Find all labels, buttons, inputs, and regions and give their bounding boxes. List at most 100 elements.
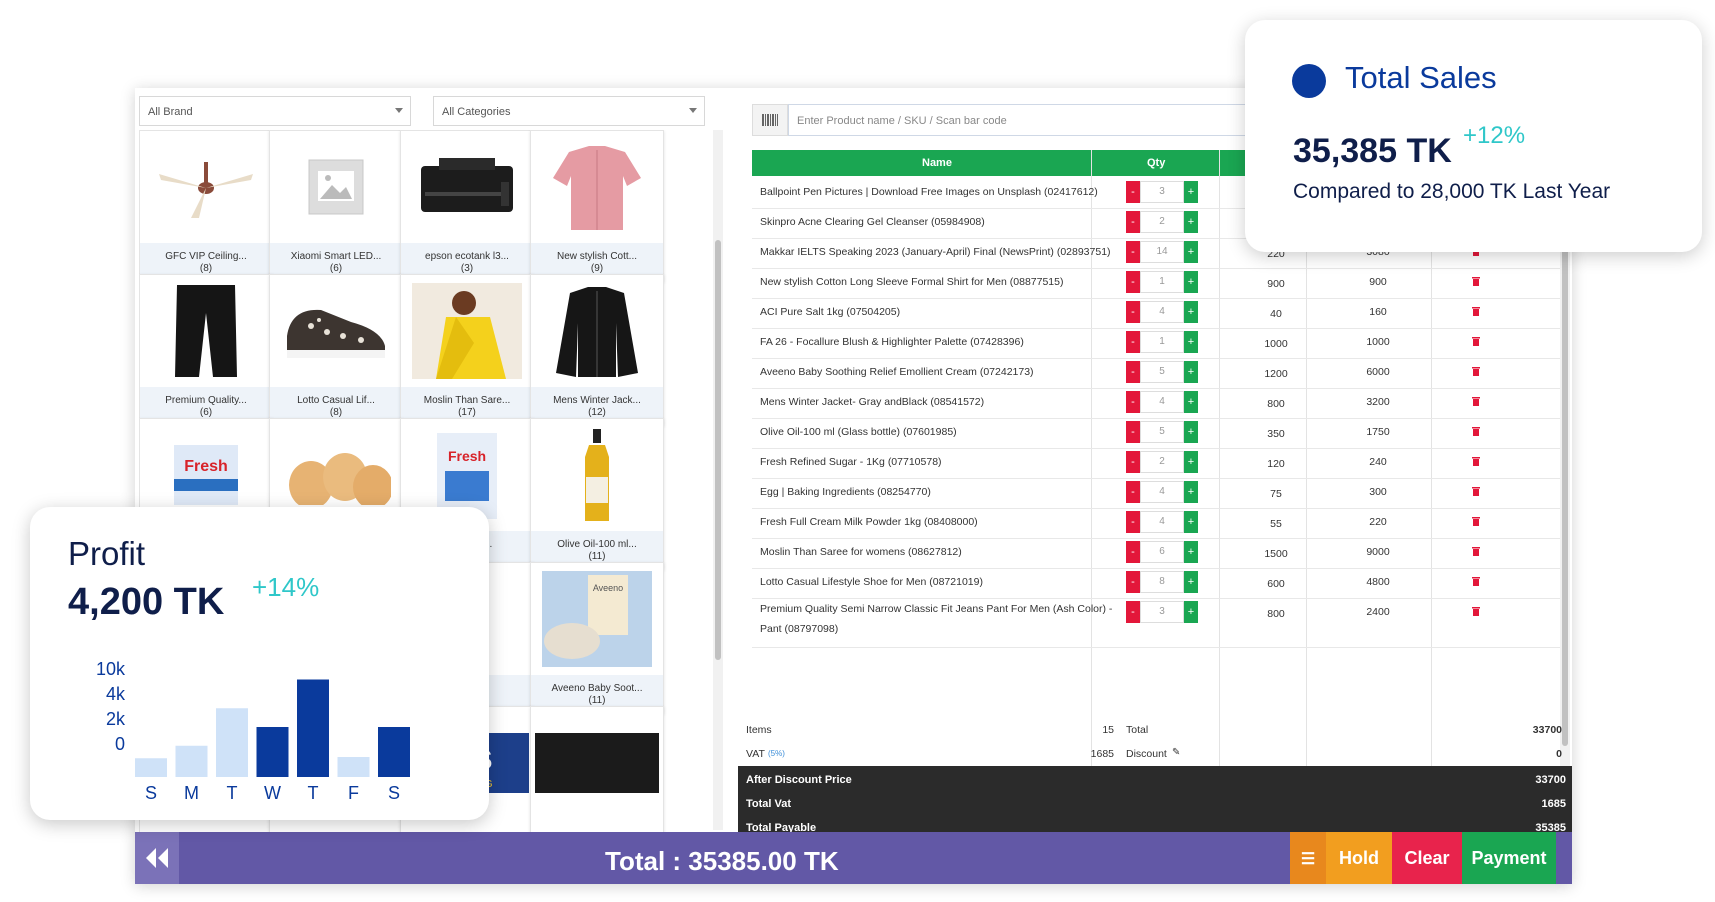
decrease-button[interactable]: - bbox=[1126, 241, 1140, 263]
decrease-button[interactable]: - bbox=[1126, 601, 1140, 623]
quantity-stepper[interactable]: -8 + bbox=[1126, 571, 1198, 593]
trash-icon[interactable] bbox=[1472, 516, 1484, 529]
decrease-button[interactable]: - bbox=[1126, 511, 1140, 533]
hold-button[interactable]: Hold bbox=[1326, 832, 1392, 884]
trash-icon[interactable] bbox=[1472, 336, 1484, 349]
quantity-input[interactable]: 4 bbox=[1140, 511, 1184, 533]
trash-icon[interactable] bbox=[1472, 276, 1484, 289]
increase-button[interactable]: + bbox=[1184, 391, 1198, 413]
scrollbar-thumb[interactable] bbox=[1562, 186, 1568, 746]
increase-button[interactable]: + bbox=[1184, 241, 1198, 263]
cart-item-price: 900 bbox=[1267, 278, 1285, 290]
quantity-stepper[interactable]: -1 + bbox=[1126, 271, 1198, 293]
clear-button[interactable]: Clear bbox=[1392, 832, 1462, 884]
list-button[interactable]: ☰ bbox=[1290, 832, 1326, 884]
quantity-input[interactable]: 5 bbox=[1140, 361, 1184, 383]
product-card[interactable]: Premium Quality... (6) bbox=[139, 274, 273, 426]
increase-button[interactable]: + bbox=[1184, 331, 1198, 353]
quantity-stepper[interactable]: -4 + bbox=[1126, 511, 1198, 533]
trash-icon[interactable] bbox=[1472, 306, 1484, 319]
profit-bar bbox=[216, 708, 248, 777]
decrease-button[interactable]: - bbox=[1126, 571, 1140, 593]
trash-icon[interactable] bbox=[1472, 456, 1484, 469]
product-scrollbar[interactable] bbox=[713, 130, 723, 830]
increase-button[interactable]: + bbox=[1184, 541, 1198, 563]
trash-icon[interactable] bbox=[1472, 486, 1484, 499]
trash-icon[interactable] bbox=[1472, 576, 1484, 589]
decrease-button[interactable]: - bbox=[1126, 451, 1140, 473]
quantity-stepper[interactable]: -6 + bbox=[1126, 541, 1198, 563]
cart-scrollbar[interactable] bbox=[1560, 176, 1570, 776]
product-card[interactable]: Mens Winter Jack... (12) bbox=[530, 274, 664, 426]
increase-button[interactable]: + bbox=[1184, 511, 1198, 533]
quantity-input[interactable]: 2 bbox=[1140, 451, 1184, 473]
back-button[interactable] bbox=[135, 832, 179, 884]
scrollbar-thumb[interactable] bbox=[715, 240, 721, 660]
quantity-input[interactable]: 14 bbox=[1140, 241, 1184, 263]
product-card[interactable]: Lotto Casual Lif... (8) bbox=[269, 274, 403, 426]
decrease-button[interactable]: - bbox=[1126, 271, 1140, 293]
increase-button[interactable]: + bbox=[1184, 421, 1198, 443]
quantity-input[interactable]: 3 bbox=[1140, 181, 1184, 203]
quantity-input[interactable]: 1 bbox=[1140, 271, 1184, 293]
product-card[interactable]: GFC VIP Ceiling... (8) bbox=[139, 130, 273, 282]
quantity-input[interactable]: 5 bbox=[1140, 421, 1184, 443]
quantity-input[interactable]: 6 bbox=[1140, 541, 1184, 563]
product-card[interactable]: Olive Oil-100 ml... (11) bbox=[530, 418, 664, 570]
increase-button[interactable]: + bbox=[1184, 601, 1198, 623]
decrease-button[interactable]: - bbox=[1126, 541, 1140, 563]
increase-button[interactable]: + bbox=[1184, 361, 1198, 383]
quantity-input[interactable]: 8 bbox=[1140, 571, 1184, 593]
product-card[interactable]: epson ecotank l3... (3) bbox=[400, 130, 534, 282]
quantity-input[interactable]: 1 bbox=[1140, 331, 1184, 353]
quantity-input[interactable]: 3 bbox=[1140, 601, 1184, 623]
quantity-input[interactable]: 2 bbox=[1140, 211, 1184, 233]
quantity-stepper[interactable]: -5 + bbox=[1126, 421, 1198, 443]
trash-icon[interactable] bbox=[1472, 546, 1484, 559]
quantity-stepper[interactable]: -2 + bbox=[1126, 451, 1198, 473]
trash-icon[interactable] bbox=[1472, 366, 1484, 379]
product-card[interactable]: Moslin Than Sare... (17) bbox=[400, 274, 534, 426]
quantity-input[interactable]: 4 bbox=[1140, 391, 1184, 413]
decrease-button[interactable]: - bbox=[1126, 331, 1140, 353]
increase-button[interactable]: + bbox=[1184, 181, 1198, 203]
increase-button[interactable]: + bbox=[1184, 301, 1198, 323]
increase-button[interactable]: + bbox=[1184, 211, 1198, 233]
decrease-button[interactable]: - bbox=[1126, 421, 1140, 443]
increase-button[interactable]: + bbox=[1184, 571, 1198, 593]
quantity-stepper[interactable]: -3 + bbox=[1126, 601, 1198, 623]
decrease-button[interactable]: - bbox=[1126, 481, 1140, 503]
quantity-input[interactable]: 4 bbox=[1140, 301, 1184, 323]
quantity-input[interactable]: 4 bbox=[1140, 481, 1184, 503]
quantity-stepper[interactable]: -14 + bbox=[1126, 241, 1198, 263]
quantity-stepper[interactable]: -3 + bbox=[1126, 181, 1198, 203]
increase-button[interactable]: + bbox=[1184, 271, 1198, 293]
payment-button[interactable]: Payment bbox=[1462, 832, 1556, 884]
category-filter[interactable]: All Categories bbox=[433, 96, 705, 126]
summary-row-vat: VAT (5%) 1685 Discount ✎ 0 bbox=[738, 742, 1572, 766]
edit-icon[interactable]: ✎ bbox=[1172, 747, 1180, 758]
trash-icon[interactable] bbox=[1472, 426, 1484, 439]
product-card[interactable]: New stylish Cott... (9) bbox=[530, 130, 664, 282]
product-card[interactable]: Xiaomi Smart LED... (6) bbox=[269, 130, 403, 282]
brand-filter[interactable]: All Brand bbox=[139, 96, 411, 126]
quantity-stepper[interactable]: -4 + bbox=[1126, 391, 1198, 413]
decrease-button[interactable]: - bbox=[1126, 361, 1140, 383]
decrease-button[interactable]: - bbox=[1126, 391, 1140, 413]
decrease-button[interactable]: - bbox=[1126, 181, 1140, 203]
decrease-button[interactable]: - bbox=[1126, 301, 1140, 323]
quantity-stepper[interactable]: -4 + bbox=[1126, 481, 1198, 503]
product-card[interactable]: Aveeno Aveeno Baby Soot... (11) bbox=[530, 562, 664, 714]
barcode-icon[interactable] bbox=[752, 104, 788, 136]
increase-button[interactable]: + bbox=[1184, 481, 1198, 503]
quantity-stepper[interactable]: -1 + bbox=[1126, 331, 1198, 353]
trash-icon[interactable] bbox=[1472, 396, 1484, 409]
quantity-stepper[interactable]: -2 + bbox=[1126, 211, 1198, 233]
quantity-stepper[interactable]: -5 + bbox=[1126, 361, 1198, 383]
quantity-stepper[interactable]: -4 + bbox=[1126, 301, 1198, 323]
decrease-button[interactable]: - bbox=[1126, 211, 1140, 233]
trash-icon[interactable] bbox=[1472, 606, 1484, 619]
increase-button[interactable]: + bbox=[1184, 451, 1198, 473]
product-card[interactable] bbox=[530, 706, 664, 832]
total-vat-label: Total Vat bbox=[746, 798, 792, 810]
